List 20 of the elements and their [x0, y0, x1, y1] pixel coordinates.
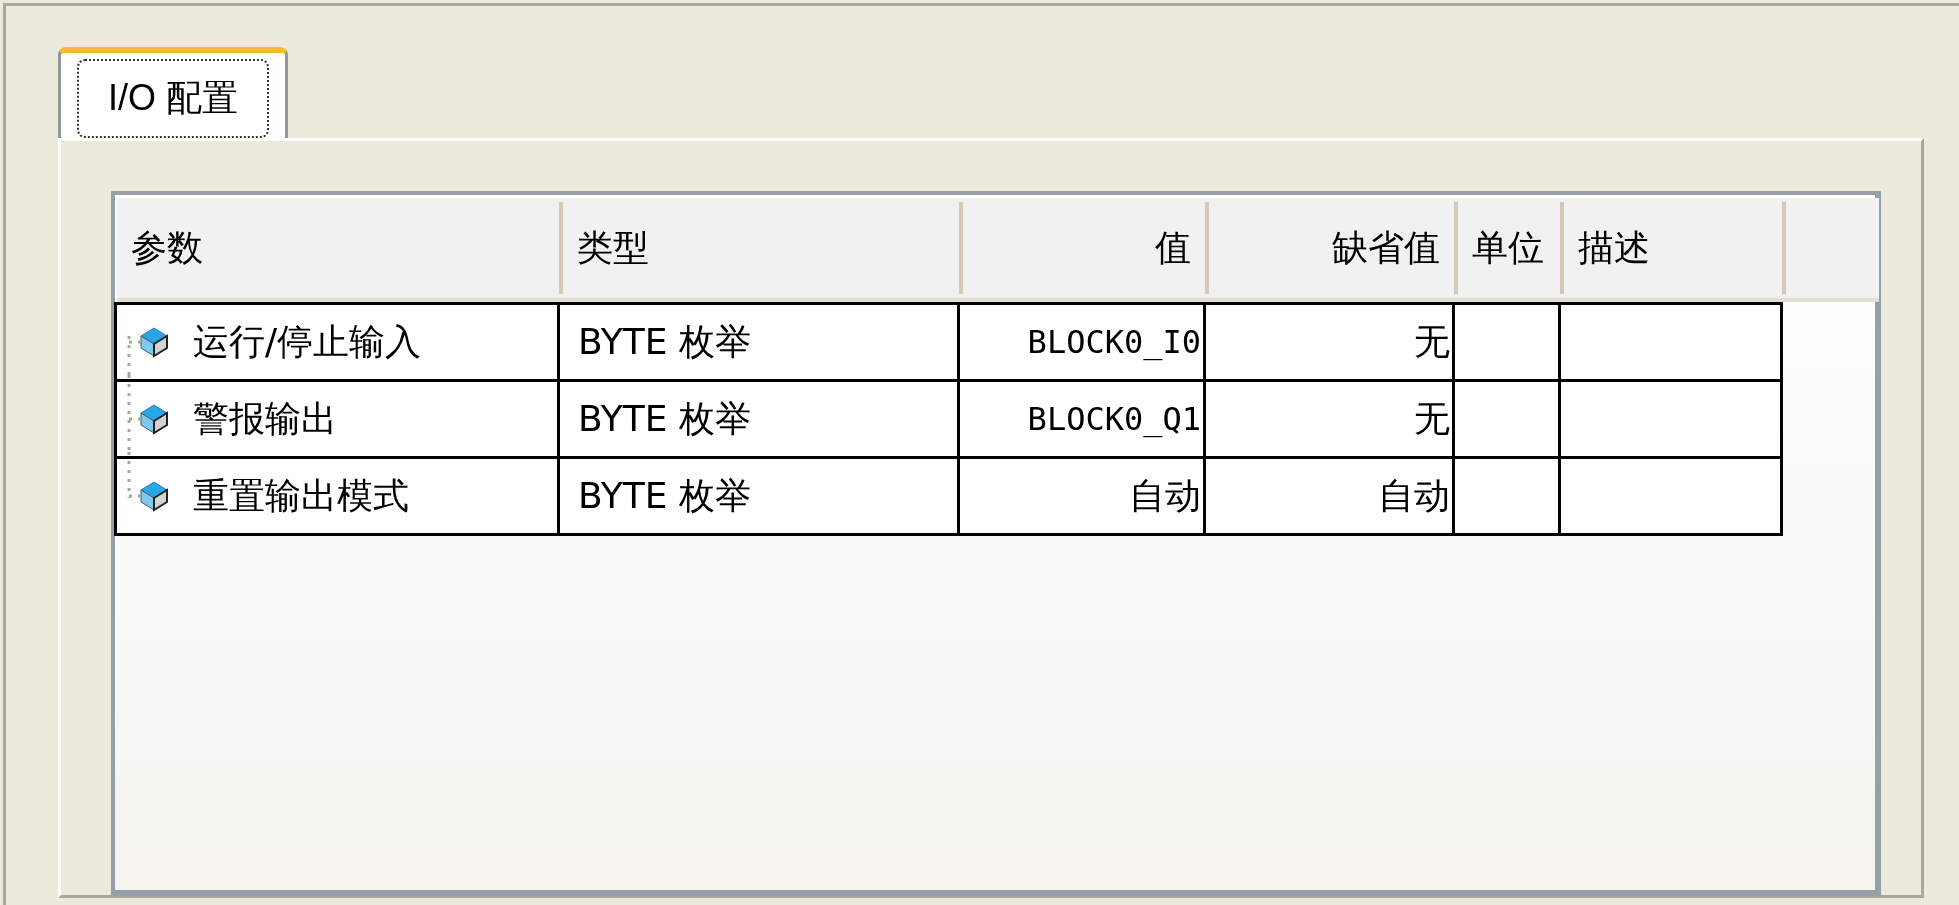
table-cell: BYTE 枚举 [557, 456, 960, 536]
column-header[interactable]: 参数 [117, 198, 563, 298]
cube-icon [139, 480, 169, 512]
table-cell: BLOCK0_I0 [957, 302, 1206, 382]
table-cell: 自动 [957, 456, 1206, 536]
cube-icon [139, 403, 169, 435]
column-header[interactable]: 描述 [1564, 198, 1786, 298]
table-cell: 自动 [1203, 456, 1455, 536]
column-header[interactable]: 缺省值 [1209, 198, 1458, 298]
tab[interactable]: I/O 配置 [58, 47, 288, 138]
table-cell: BYTE 枚举 [557, 379, 960, 459]
table-cell: 无 [1203, 379, 1455, 459]
column-header[interactable]: 值 [963, 198, 1209, 298]
table-cell: 无 [1203, 302, 1455, 382]
table-cell: 运行/停止输入 [114, 302, 560, 382]
table-cell: BLOCK0_Q1 [957, 379, 1206, 459]
cube-icon [139, 326, 169, 358]
table-cell: BYTE 枚举 [557, 302, 960, 382]
column-header[interactable]: 类型 [563, 198, 963, 298]
column-header[interactable]: 单位 [1458, 198, 1564, 298]
